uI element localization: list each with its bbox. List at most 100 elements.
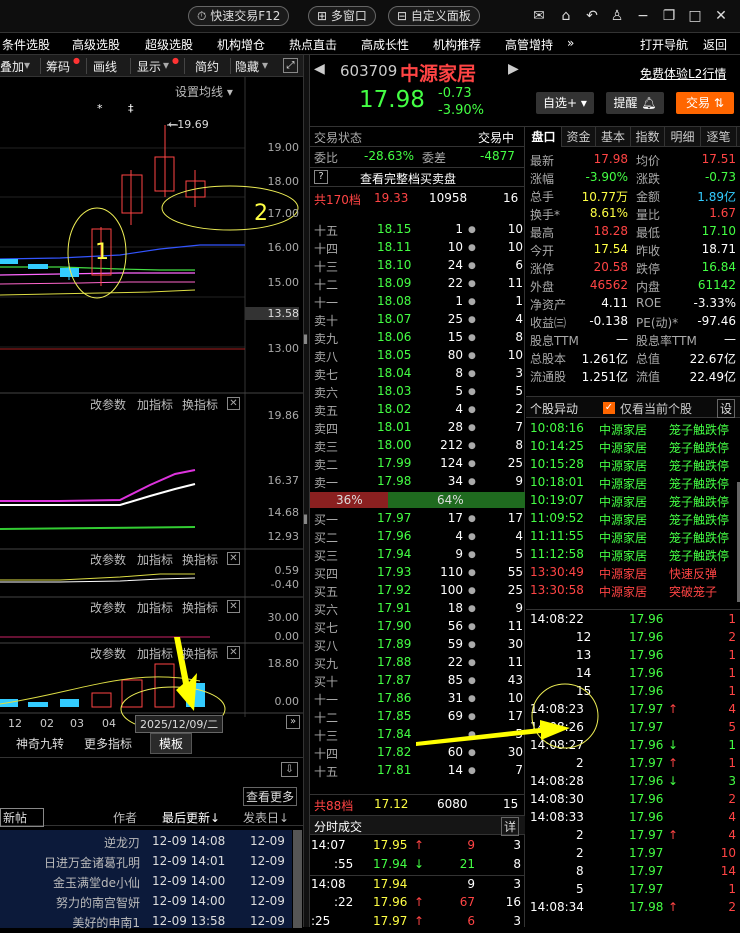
- list-item[interactable]: 努力的南宫智妍 12-09 14:00 12-09: [0, 893, 292, 913]
- more-menu-icon[interactable]: »: [567, 36, 574, 50]
- tab-more-indicators[interactable]: 更多指标: [84, 735, 132, 752]
- tab-index[interactable]: 指数: [631, 127, 665, 147]
- tick-detail-button[interactable]: 详: [501, 817, 520, 836]
- mail-icon[interactable]: ✉: [530, 7, 548, 25]
- book-level[interactable]: 买九 17.88 22 ● 11: [310, 654, 525, 672]
- tab-funds[interactable]: 资金: [562, 127, 596, 147]
- switch-indicator-button[interactable]: 换指标: [182, 645, 218, 662]
- menu-item[interactable]: 条件选股: [2, 36, 50, 53]
- book-level[interactable]: 卖五 18.02 4 ● 2: [310, 401, 525, 419]
- next-stock-icon[interactable]: ▶: [508, 61, 519, 77]
- home-icon[interactable]: ⌂: [557, 7, 575, 25]
- scroll-right-icon[interactable]: »: [286, 715, 300, 729]
- overlay-button[interactable]: 叠加: [0, 58, 24, 75]
- menu-item[interactable]: 机构增仓: [217, 36, 265, 53]
- alert-row[interactable]: 10:19:07 中源家居 笼子触跌停: [526, 492, 740, 510]
- book-level[interactable]: 买二 17.96 4 ● 4: [310, 528, 525, 546]
- book-level[interactable]: 买七 17.90 56 ● 11: [310, 618, 525, 636]
- switch-indicator-button[interactable]: 换指标: [182, 551, 218, 568]
- quick-trade-button[interactable]: ⏱ 快速交易F12: [188, 6, 290, 26]
- change-params-button[interactable]: 改参数: [90, 396, 126, 413]
- download-icon[interactable]: ⇩: [281, 762, 298, 777]
- book-level[interactable]: 卖二 17.99 124 ● 25: [310, 455, 525, 473]
- new-post-button[interactable]: 新帖: [0, 808, 45, 827]
- book-level[interactable]: 买六 17.91 18 ● 9: [310, 600, 525, 618]
- book-level[interactable]: 买五 17.92 100 ● 25: [310, 582, 525, 600]
- list-item[interactable]: 逆龙刃 12-09 14:08 12-09: [0, 833, 292, 853]
- close-panel-icon[interactable]: ✕: [227, 397, 240, 410]
- display-button[interactable]: 显示: [137, 58, 161, 75]
- book-level[interactable]: 买三 17.94 9 ● 5: [310, 546, 525, 564]
- alerts-settings-button[interactable]: 设: [717, 399, 736, 418]
- view-more-button[interactable]: 查看更多: [243, 787, 298, 806]
- alert-button[interactable]: 提醒 🔔︎: [606, 92, 664, 114]
- menu-item[interactable]: 机构推荐: [433, 36, 481, 53]
- tab-template[interactable]: 模板: [150, 733, 193, 754]
- ma-setting-button[interactable]: 设置均线 ▾: [175, 83, 233, 100]
- alert-row[interactable]: 11:09:52 中源家居 笼子触跌停: [526, 510, 740, 528]
- book-level[interactable]: 卖四 18.01 28 ● 7: [310, 419, 525, 437]
- restore-icon[interactable]: ❐: [660, 7, 678, 25]
- book-level[interactable]: 卖三 18.00 212 ● 8: [310, 437, 525, 455]
- add-indicator-button[interactable]: 加指标: [137, 551, 173, 568]
- maximize-icon[interactable]: □: [686, 7, 704, 25]
- alert-row[interactable]: 11:11:55 中源家居 笼子触跌停: [526, 528, 740, 546]
- list-item[interactable]: 美好的申南1 12-09 13:58 12-09: [0, 913, 292, 933]
- tab-nine-turns[interactable]: 神奇九转: [16, 735, 64, 752]
- undo-icon[interactable]: ↶: [583, 7, 601, 25]
- open-nav-link[interactable]: 打开导航: [640, 36, 688, 53]
- alert-row[interactable]: 10:18:01 中源家居 笼子触跌停: [526, 474, 740, 492]
- switch-indicator-button[interactable]: 换指标: [182, 599, 218, 616]
- change-params-button[interactable]: 改参数: [90, 645, 126, 662]
- book-level[interactable]: 买一 17.97 17 ● 17: [310, 510, 525, 528]
- add-watchlist-button[interactable]: 自选+ ▾: [536, 92, 594, 114]
- tab-tick-by-tick[interactable]: 逐笔: [701, 127, 737, 147]
- shirt-icon[interactable]: ♙: [608, 7, 626, 25]
- alert-row[interactable]: 10:08:16 中源家居 笼子触跌停: [526, 420, 740, 438]
- book-level[interactable]: 卖一 17.98 34 ● 9: [310, 473, 525, 491]
- menu-item[interactable]: 高成长性: [361, 36, 409, 53]
- fullscreen-icon[interactable]: ⤢: [283, 58, 298, 73]
- tab-quote[interactable]: 盘口: [526, 127, 562, 147]
- book-level[interactable]: 买四 17.93 110 ● 55: [310, 564, 525, 582]
- list-item[interactable]: 金玉满堂de小仙 12-09 14:00 12-09: [0, 873, 292, 893]
- last-update-header[interactable]: 最后更新↓: [162, 809, 220, 826]
- menu-item[interactable]: 高级选股: [72, 36, 120, 53]
- trade-button[interactable]: 交易 ⇅: [676, 92, 734, 114]
- minimize-icon[interactable]: −: [634, 7, 652, 25]
- kline-chart[interactable]: 设置均线 ▾ * ‡ ←19.69 1 2 19.00 18.00 17.00 …: [0, 77, 303, 757]
- multi-window-button[interactable]: ⊞ 多窗口: [308, 6, 376, 26]
- close-icon[interactable]: ✕: [712, 7, 730, 25]
- change-params-button[interactable]: 改参数: [90, 551, 126, 568]
- list-item[interactable]: 日进万金诸葛孔明 12-09 14:01 12-09: [0, 853, 292, 873]
- l2-trial-link[interactable]: 免费体验L2行情: [640, 65, 726, 82]
- scrollbar[interactable]: [293, 830, 302, 928]
- alert-row[interactable]: 10:14:25 中源家居 笼子触跌停: [526, 438, 740, 456]
- close-panel-icon[interactable]: ✕: [227, 646, 240, 659]
- alert-row[interactable]: 10:15:28 中源家居 笼子触跌停: [526, 456, 740, 474]
- alert-row[interactable]: 13:30:49 中源家居 快速反弹: [526, 564, 740, 582]
- tab-basic[interactable]: 基本: [596, 127, 631, 147]
- tab-detail[interactable]: 明细: [665, 127, 701, 147]
- checkbox-icon[interactable]: ✓: [603, 402, 615, 414]
- add-indicator-button[interactable]: 加指标: [137, 396, 173, 413]
- close-panel-icon[interactable]: ✕: [227, 552, 240, 565]
- splitter[interactable]: ▌ ▌: [303, 55, 310, 927]
- post-date-header[interactable]: 发表日↓: [243, 809, 289, 826]
- switch-indicator-button[interactable]: 换指标: [182, 396, 218, 413]
- change-params-button[interactable]: 改参数: [90, 599, 126, 616]
- menu-item[interactable]: 热点直击: [289, 36, 337, 53]
- alert-row[interactable]: 13:30:58 中源家居 突破笼子: [526, 582, 740, 600]
- add-indicator-button[interactable]: 加指标: [137, 645, 173, 662]
- custom-panel-button[interactable]: ⊟ 自定义面板: [388, 6, 480, 26]
- book-level[interactable]: 买八 17.89 59 ● 30: [310, 636, 525, 654]
- chips-button[interactable]: 筹码: [46, 58, 70, 75]
- prev-stock-icon[interactable]: ◀: [314, 61, 325, 77]
- simple-button[interactable]: 简约: [195, 58, 219, 75]
- close-panel-icon[interactable]: ✕: [227, 600, 240, 613]
- hide-button[interactable]: 隐藏: [235, 58, 259, 75]
- menu-item[interactable]: 高管增持: [505, 36, 553, 53]
- back-link[interactable]: 返回: [703, 36, 727, 53]
- menu-item[interactable]: 超级选股: [145, 36, 193, 53]
- alert-row[interactable]: 11:12:58 中源家居 笼子触跌停: [526, 546, 740, 564]
